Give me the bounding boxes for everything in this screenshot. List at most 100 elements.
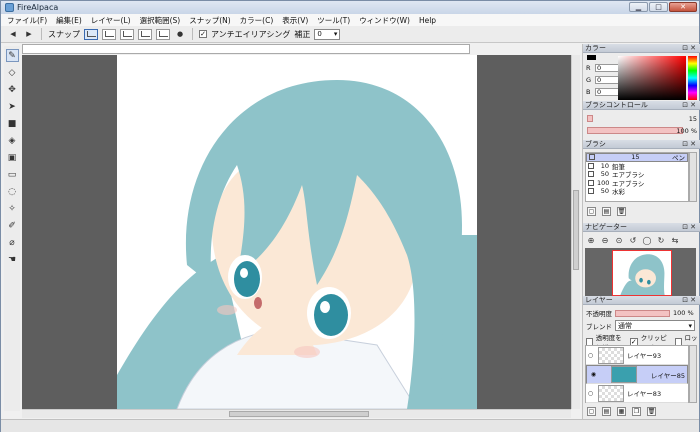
hue-slider[interactable]	[688, 56, 697, 100]
navigator-viewport[interactable]	[612, 250, 672, 296]
saturation-value-picker[interactable]	[618, 56, 686, 100]
reset-rotate-icon[interactable]: ◯	[642, 235, 652, 245]
layer-thumbnail	[611, 366, 638, 383]
menu-edit[interactable]: 編集(E)	[56, 15, 82, 26]
layer-row[interactable]: ○ レイヤー93	[586, 346, 688, 365]
pen-tool-icon[interactable]: ✎	[5, 49, 19, 62]
zoom-out-icon[interactable]: ⊖	[600, 235, 610, 245]
move-tool-icon[interactable]: ✥	[6, 83, 19, 96]
navigator-title: ナビゲーター	[585, 223, 627, 231]
snap-settings-icon[interactable]: ●	[174, 28, 186, 40]
menu-select[interactable]: 選択範囲(S)	[140, 15, 181, 26]
new-layer-8bit-icon[interactable]: ▤	[602, 407, 611, 416]
layer-name: レイヤー85	[650, 371, 685, 380]
brush-settings-icon[interactable]: ▤	[602, 207, 611, 216]
snap-off-icon[interactable]	[84, 28, 98, 40]
lasso-icon[interactable]: ◌	[6, 185, 19, 198]
r-row: R0	[586, 64, 620, 72]
rotate-right-icon[interactable]: ↻	[656, 235, 666, 245]
select-pen-icon[interactable]: ✐	[6, 219, 19, 232]
hand-icon[interactable]: ☚	[6, 253, 19, 266]
eyedropper-icon[interactable]: ⌀	[6, 236, 19, 249]
snap-label: スナップ	[48, 29, 80, 39]
visibility-icon[interactable]: ○	[586, 390, 595, 397]
menu-color[interactable]: カラー(C)	[240, 15, 274, 26]
r-input[interactable]: 0	[595, 64, 620, 72]
maximize-button[interactable]: □	[649, 2, 668, 12]
brush-panel-header: ブラシ ⊡✕	[583, 140, 700, 149]
fill-rect-icon[interactable]: ■	[6, 117, 19, 130]
brush-item[interactable]: 15 ペン	[586, 153, 688, 162]
panel-pin-close-icon[interactable]: ⊡✕	[682, 296, 698, 304]
left-blush	[217, 305, 237, 315]
navigator-preview[interactable]	[585, 248, 696, 296]
hscroll-thumb[interactable]	[229, 411, 369, 417]
menu-layer[interactable]: レイヤー(L)	[91, 15, 131, 26]
gradient-icon[interactable]: ▣	[6, 151, 19, 164]
brush-list: 15 ペン 10 鉛筆 50 エアブラシ 100 エアブラシ 50 水彩	[585, 152, 689, 202]
magic-wand-icon[interactable]: ✧	[6, 202, 19, 215]
layer-thumbnail	[598, 346, 624, 364]
bucket-icon[interactable]: ◈	[6, 134, 19, 147]
layer-list-scrollbar[interactable]	[689, 345, 697, 403]
brush-panel: ブラシ ⊡✕ 15 ペン 10 鉛筆 50 エアブラシ 100 エアブラシ 50 水彩 ▢ …	[583, 140, 700, 223]
canvas-horizontal-scrollbar[interactable]	[22, 409, 571, 418]
brush-item[interactable]: 50 水彩	[586, 187, 688, 196]
visibility-icon[interactable]: ◉	[589, 371, 598, 378]
eraser-tool-icon[interactable]: ◇	[6, 66, 19, 79]
menu-help[interactable]: Help	[419, 16, 436, 25]
minimize-button[interactable]: ▁	[629, 2, 648, 12]
snap-radial-icon[interactable]	[138, 28, 152, 40]
delete-layer-icon[interactable]: 🗑	[647, 407, 656, 416]
new-folder-icon[interactable]: ▦	[617, 407, 626, 416]
layer-row[interactable]: ◉ レイヤー85	[586, 365, 688, 384]
rect-select-icon[interactable]: ▭	[6, 168, 19, 181]
close-button[interactable]: ✕	[669, 2, 697, 12]
new-brush-icon[interactable]: ▢	[587, 207, 596, 216]
panel-pin-close-icon[interactable]: ⊡✕	[682, 140, 698, 148]
snap-circle-icon[interactable]	[156, 28, 170, 40]
undo-icon[interactable]: ◀	[7, 28, 19, 40]
snap-cross-icon[interactable]	[120, 28, 134, 40]
canvas-vertical-scrollbar[interactable]	[571, 55, 580, 409]
menu-tool[interactable]: ツール(T)	[317, 15, 350, 26]
flip-icon[interactable]: ⇆	[670, 235, 680, 245]
correction-select[interactable]: 0 ▾	[314, 28, 341, 40]
g-input[interactable]: 0	[595, 76, 620, 84]
correction-value: 0	[317, 30, 322, 38]
brush-list-scrollbar[interactable]	[689, 152, 697, 202]
snap-parallel-icon[interactable]	[102, 28, 116, 40]
canvas-paper[interactable]	[117, 55, 477, 409]
brush-item[interactable]: 100 エアブラシ	[586, 179, 688, 188]
vscroll-thumb[interactable]	[573, 190, 579, 270]
b-input[interactable]: 0	[595, 88, 620, 96]
panel-pin-close-icon[interactable]: ⊡✕	[682, 223, 698, 231]
antialias-checkbox[interactable]: ✓	[199, 30, 207, 38]
layer-opacity-slider[interactable]	[615, 309, 670, 317]
blend-mode-select[interactable]: 通常 ▾	[615, 320, 695, 331]
delete-brush-icon[interactable]: 🗑	[617, 207, 626, 216]
visibility-icon[interactable]: ○	[586, 352, 595, 359]
brush-size: 100	[597, 178, 610, 187]
menu-window[interactable]: ウィンドウ(W)	[359, 15, 410, 26]
panel-pin-close-icon[interactable]: ⊡✕	[682, 44, 698, 52]
zoom-in-icon[interactable]: ⊕	[586, 235, 596, 245]
foreground-color-swatch[interactable]	[587, 55, 596, 60]
navigator-header: ナビゲーター ⊡✕	[583, 223, 700, 232]
new-layer-icon[interactable]: ▢	[587, 407, 596, 416]
duplicate-layer-icon[interactable]: ❐	[632, 407, 641, 416]
rotate-left-icon[interactable]: ↺	[628, 235, 638, 245]
layer-row[interactable]: ○ レイヤー83	[586, 384, 688, 403]
select-arrow-icon[interactable]: ➤	[6, 100, 19, 113]
brush-size: 10	[600, 161, 609, 170]
brush-size-slider[interactable]	[587, 115, 593, 122]
brush-opacity-slider[interactable]	[587, 127, 683, 134]
menu-snap[interactable]: スナップ(N)	[189, 15, 230, 26]
canvas-area[interactable]	[22, 55, 571, 409]
redo-icon[interactable]: ▶	[23, 28, 35, 40]
panel-pin-close-icon[interactable]: ⊡✕	[682, 101, 698, 109]
tool-options-bar: ◀ ▶ スナップ ● ✓ アンチエイリアシング 補正 0 ▾	[1, 26, 699, 43]
menu-file[interactable]: ファイル(F)	[7, 15, 47, 26]
menu-view[interactable]: 表示(V)	[282, 15, 308, 26]
zoom-fit-icon[interactable]: ⊙	[614, 235, 624, 245]
